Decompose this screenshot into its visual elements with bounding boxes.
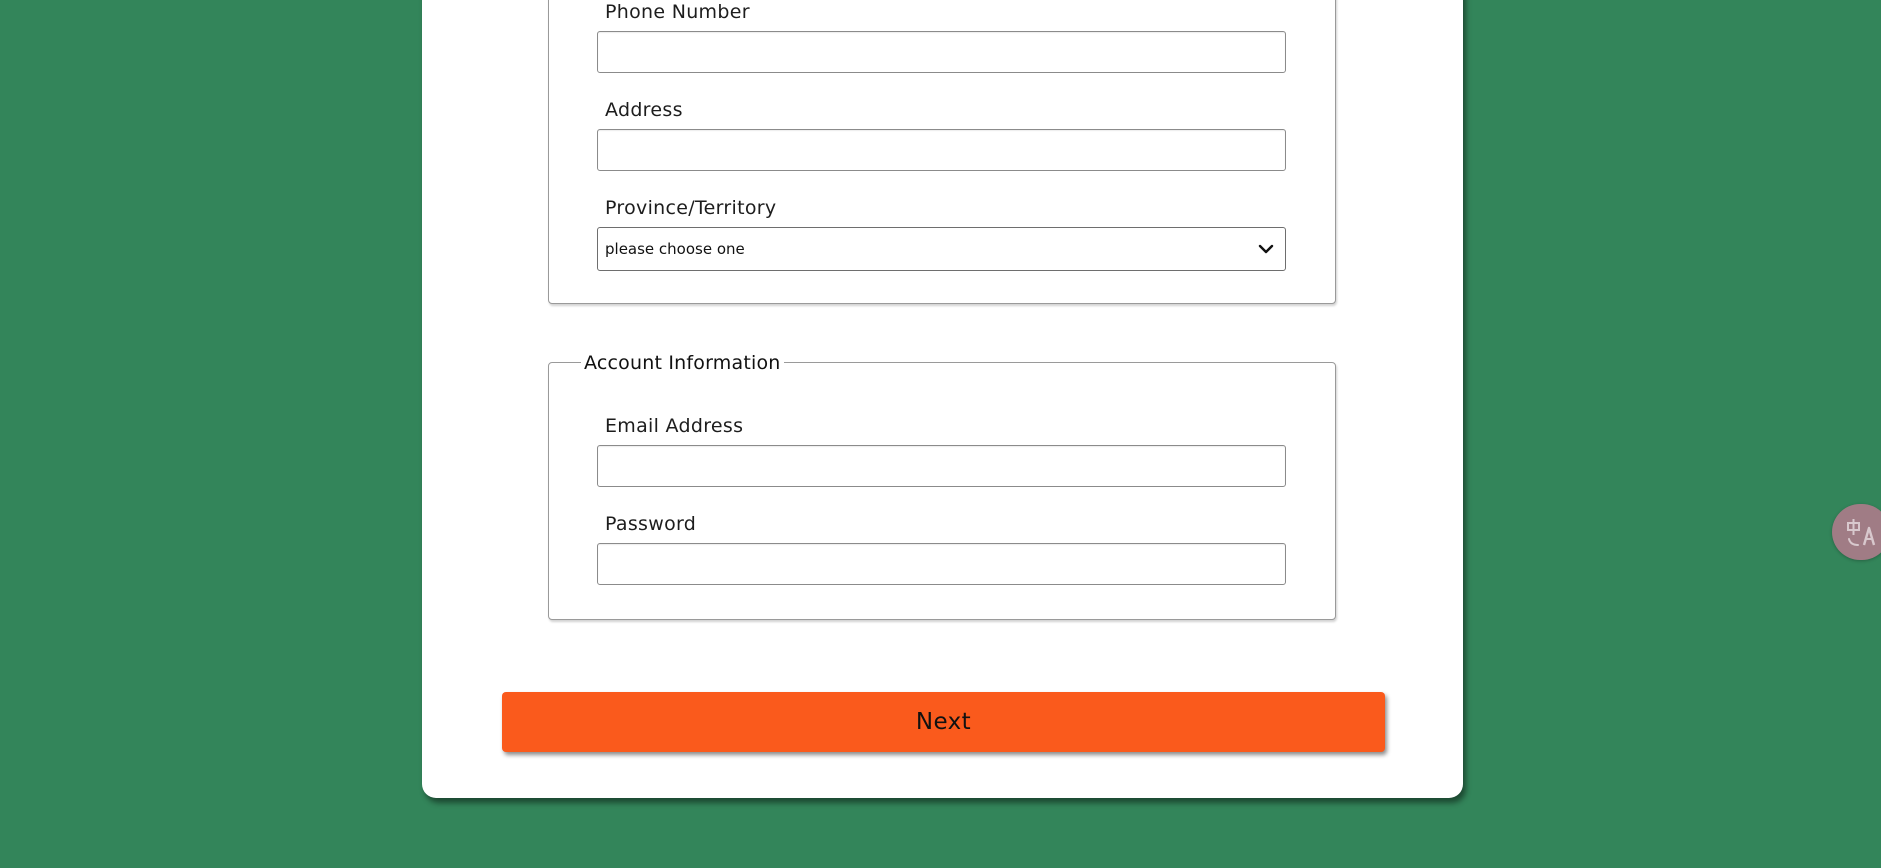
translate-icon: [1847, 519, 1876, 546]
address-input[interactable]: [597, 129, 1286, 171]
password-label: Password: [605, 513, 697, 535]
address-label: Address: [605, 99, 683, 121]
phone-number-input[interactable]: [597, 31, 1286, 73]
email-address-input[interactable]: [597, 445, 1286, 487]
password-input[interactable]: [597, 543, 1286, 585]
province-territory-select[interactable]: please choose one: [597, 227, 1286, 271]
phone-number-label: Phone Number: [605, 1, 750, 23]
email-address-label: Email Address: [605, 415, 744, 437]
province-territory-selected-value: please choose one: [605, 240, 745, 258]
province-territory-label: Province/Territory: [605, 197, 777, 219]
chevron-down-icon: [1258, 244, 1274, 254]
translate-widget-button[interactable]: [1832, 504, 1881, 560]
account-information-legend: Account Information: [581, 351, 784, 375]
next-button[interactable]: Next: [502, 692, 1385, 752]
